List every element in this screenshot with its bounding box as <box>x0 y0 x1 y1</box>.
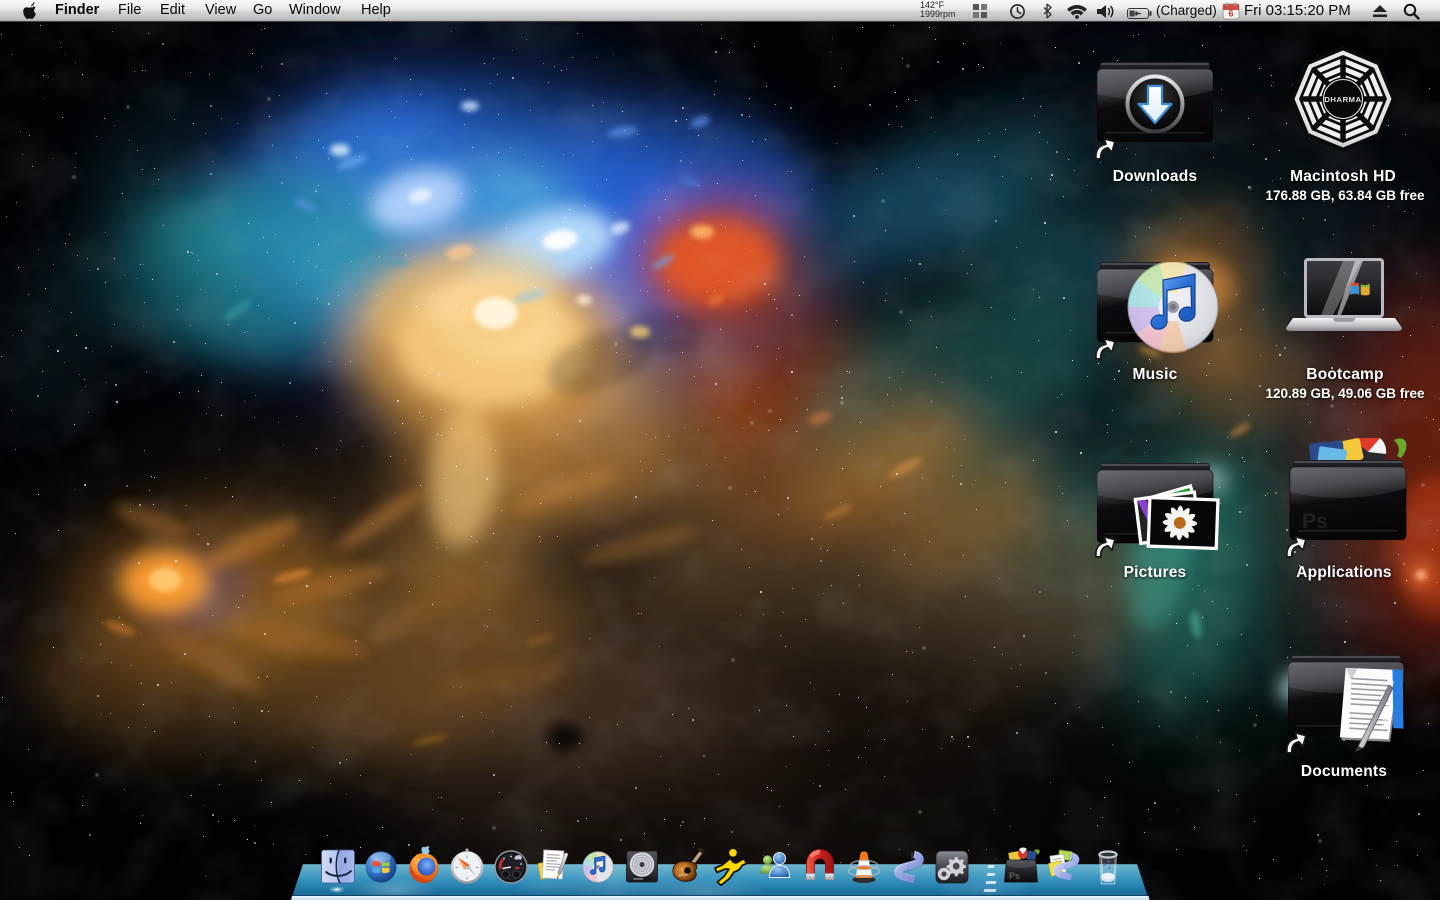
svg-text:DHARMA: DHARMA <box>1324 95 1361 104</box>
svg-text:Ps: Ps <box>1302 510 1328 533</box>
svg-text:6: 6 <box>1228 9 1233 19</box>
